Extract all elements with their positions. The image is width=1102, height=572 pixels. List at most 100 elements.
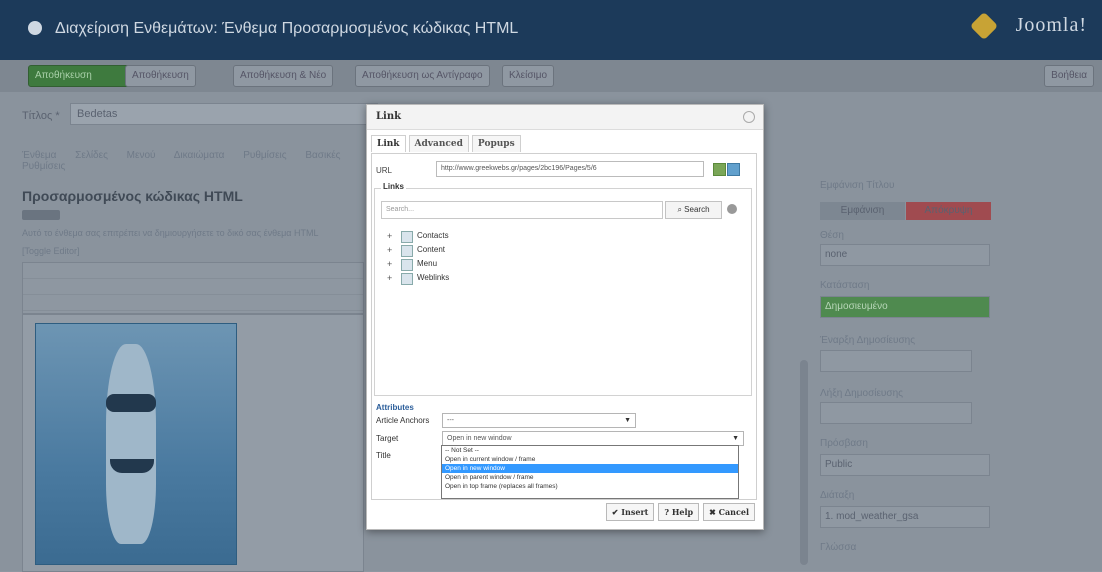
- status-select[interactable]: Δημοσιευμένο: [820, 296, 990, 318]
- tree-item-label: Weblinks: [417, 273, 450, 282]
- tree-item-contacts[interactable]: + Contacts: [387, 229, 449, 243]
- chevron-down-icon: ▼: [624, 417, 631, 424]
- position-select[interactable]: none: [820, 244, 990, 266]
- editor-toolbar-row[interactable]: [23, 295, 363, 311]
- folder-icon: [401, 231, 413, 243]
- show-title-label: Εμφάνιση Τίτλου: [820, 180, 895, 191]
- close-button[interactable]: Κλείσιμο: [502, 65, 555, 87]
- module-description: Αυτό το ένθεμα σας επιτρέπει να δημιουργ…: [22, 228, 319, 238]
- editor-image[interactable]: [35, 323, 237, 565]
- access-label: Πρόσβαση: [820, 438, 868, 449]
- link-check-icon[interactable]: [727, 163, 740, 176]
- url-label: URL: [376, 166, 393, 175]
- target-dropdown-list[interactable]: -- Not Set -- Open in current window / f…: [441, 445, 739, 499]
- access-select[interactable]: Public: [820, 454, 990, 476]
- tab-advanced[interactable]: Advanced: [408, 135, 469, 152]
- module-form: Τίτλος * Bedetas Ένθεμα Σελίδες Μενού Δι…: [22, 100, 378, 572]
- editor-toolbar-row[interactable]: [23, 279, 363, 295]
- expand-icon[interactable]: +: [387, 229, 395, 243]
- search-button-label: Search: [684, 205, 710, 214]
- search-input[interactable]: Search...: [381, 201, 663, 219]
- tree-item-menu[interactable]: + Menu: [387, 257, 449, 271]
- status-label: Κατάσταση: [820, 280, 870, 291]
- start-publishing-input[interactable]: [820, 350, 972, 372]
- target-label: Target: [376, 434, 399, 443]
- help-label: Help: [671, 507, 694, 517]
- editor-toolbar-row[interactable]: [23, 263, 363, 279]
- show-title-no-button[interactable]: Απόκρυψη: [906, 202, 991, 220]
- tree-item-content[interactable]: + Content: [387, 243, 449, 257]
- gear-icon[interactable]: [727, 204, 737, 214]
- close-icon[interactable]: [743, 111, 755, 123]
- show-title-yes-button[interactable]: Εμφάνιση: [820, 202, 905, 220]
- title-input[interactable]: Bedetas: [70, 103, 378, 125]
- chevron-down-icon: ▼: [732, 435, 739, 442]
- position-value: none: [825, 249, 848, 260]
- expand-icon[interactable]: +: [387, 257, 395, 271]
- target-option[interactable]: -- Not Set --: [442, 446, 738, 455]
- article-anchors-value: ---: [447, 417, 454, 424]
- ordering-value: 1. mod_weather_gsa: [825, 511, 919, 522]
- dialog-footer: ✔ Insert ? Help ✖ Cancel: [602, 503, 755, 521]
- photo-figure: [106, 344, 156, 544]
- insert-label: Insert: [621, 507, 649, 517]
- photo-detail: [106, 394, 156, 412]
- dialog-tabs: Link Advanced Popups: [371, 135, 524, 153]
- article-anchors-select[interactable]: --- ▼: [442, 413, 636, 428]
- tree-item-label: Contacts: [417, 231, 449, 240]
- dialog-header: Link: [367, 105, 763, 130]
- tab-link[interactable]: Link: [371, 135, 406, 152]
- module-icon: [28, 21, 42, 35]
- help-button[interactable]: Βοήθεια: [1044, 65, 1094, 87]
- finish-publishing-label: Λήξη Δημοσίευσης: [820, 388, 903, 399]
- tree-item-label: Menu: [417, 259, 438, 268]
- status-value: Δημοσιευμένο: [825, 301, 888, 312]
- target-select[interactable]: Open in new window ▼: [442, 431, 744, 446]
- title-label: Τίτλος *: [22, 110, 60, 122]
- page-title: Διαχείριση Ενθεμάτων: Ένθεμα Προσαρμοσμέ…: [55, 20, 519, 37]
- photo-detail: [110, 459, 154, 473]
- ordering-select[interactable]: 1. mod_weather_gsa: [820, 506, 990, 528]
- links-fieldset: Links Search... ⌕ Search + Contacts + Cont…: [374, 182, 752, 396]
- title-label: Title: [376, 451, 391, 460]
- target-option[interactable]: Open in top frame (replaces all frames): [442, 482, 738, 491]
- search-button[interactable]: ⌕ Search: [665, 201, 722, 219]
- save-close-button[interactable]: Αποθήκευση: [125, 65, 196, 87]
- tree-item-label: Content: [417, 245, 446, 254]
- scrollbar[interactable]: [800, 360, 808, 565]
- help-dialog-button[interactable]: ? Help: [658, 503, 700, 521]
- target-option-selected[interactable]: Open in new window: [442, 464, 738, 473]
- show-title-no-label: Απόκρυψη: [924, 205, 973, 216]
- folder-icon: [401, 259, 413, 271]
- target-option[interactable]: Open in parent window / frame: [442, 473, 738, 482]
- url-input[interactable]: http://www.greekwebs.gr/pages/2bc196/Pag…: [436, 161, 704, 177]
- tree-item-weblinks[interactable]: + Weblinks: [387, 271, 449, 285]
- cancel-button[interactable]: ✖ Cancel: [703, 503, 755, 521]
- save-copy-button[interactable]: Αποθήκευση ως Αντίγραφο: [355, 65, 490, 87]
- joomla-logo-icon: [969, 11, 999, 41]
- target-option[interactable]: Open in current window / frame: [442, 455, 738, 464]
- link-dialog: Link Link Advanced Popups URL http://www…: [366, 104, 764, 530]
- module-tabs[interactable]: Ένθεμα Σελίδες Μενού Δικαιώματα Ρυθμίσει…: [22, 150, 362, 172]
- editor-content-area[interactable]: [22, 314, 364, 572]
- article-anchors-label: Article Anchors: [376, 416, 430, 425]
- save-button[interactable]: Αποθήκευση: [28, 65, 130, 87]
- tab-popups[interactable]: Popups: [471, 135, 521, 152]
- save-new-button[interactable]: Αποθήκευση & Νέο: [233, 65, 334, 87]
- attributes-title: Attributes: [376, 403, 414, 412]
- insert-button[interactable]: ✔ Insert: [605, 503, 655, 521]
- links-legend: Links: [381, 182, 406, 191]
- position-label: Θέση: [820, 230, 844, 241]
- expand-icon[interactable]: +: [387, 271, 395, 285]
- toolbar: Αποθήκευση Αποθήκευση Αποθήκευση & Νέο Α…: [0, 60, 1102, 92]
- expand-icon[interactable]: +: [387, 243, 395, 257]
- dialog-title: Link: [376, 111, 402, 122]
- editor-toolbar[interactable]: [22, 262, 364, 314]
- finish-publishing-input[interactable]: [820, 402, 972, 424]
- links-tree: + Contacts + Content + Menu + Weblinks: [387, 229, 449, 285]
- toggle-editor-link[interactable]: [Toggle Editor]: [22, 246, 80, 256]
- module-heading: Προσαρμοσμένος κώδικας HTML: [22, 188, 243, 204]
- language-label: Γλώσσα: [820, 542, 857, 553]
- browse-icon[interactable]: [713, 163, 726, 176]
- site-badge: [22, 210, 60, 220]
